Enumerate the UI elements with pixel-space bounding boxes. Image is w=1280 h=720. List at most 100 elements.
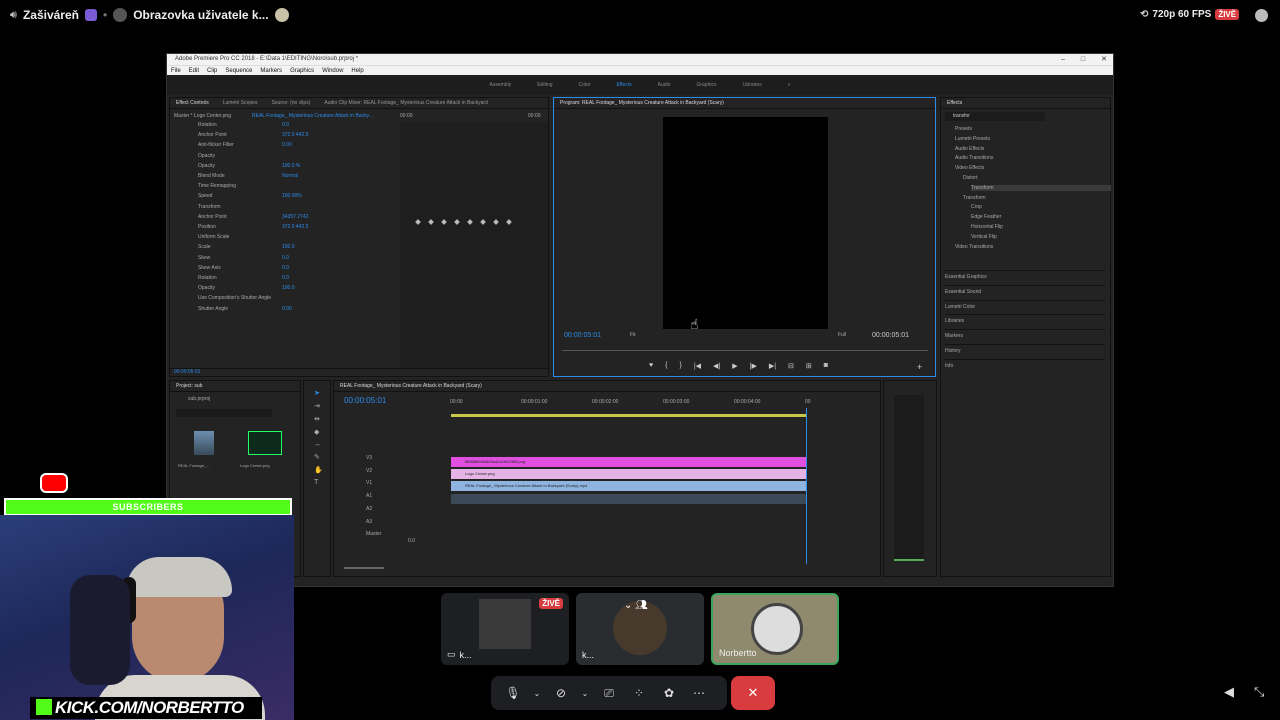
effects-tree-item[interactable]: Edge Feather — [971, 214, 1001, 220]
add-button-icon[interactable]: + — [917, 362, 922, 372]
tile-norbertto[interactable]: Norbertto — [711, 593, 839, 665]
effects-tree-item[interactable]: Distort — [963, 175, 977, 181]
ec-property-value[interactable]: 0.0 — [282, 255, 289, 261]
effects-tree-item[interactable]: Video Effects — [955, 165, 984, 171]
volume-icon[interactable]: ◀︎ — [1224, 684, 1234, 700]
ec-property-row[interactable]: Opacity 100.0 % — [198, 163, 300, 169]
go-to-out-icon[interactable]: ▶| — [769, 362, 776, 372]
leave-call-button[interactable]: ✕ — [731, 676, 775, 710]
camera-options-chevron-icon[interactable]: ⌄ — [581, 683, 589, 703]
menu-markers[interactable]: Markers — [260, 66, 282, 75]
ec-property-value[interactable]: 100.0 — [282, 285, 295, 291]
effects-tree-item[interactable]: Audio Effects — [955, 146, 984, 152]
ec-property-row[interactable]: Rotation 0.0 — [198, 275, 289, 281]
effects-tree-item[interactable]: Video Transitions — [955, 244, 993, 250]
in-point-icon[interactable]: { — [665, 362, 667, 372]
ec-timecode[interactable]: 00:00:05:01 — [174, 369, 200, 375]
out-point-icon[interactable]: } — [680, 362, 682, 372]
ec-property-row[interactable]: Anchor Point 372.0 442.5 — [198, 132, 308, 138]
effects-section-header[interactable]: Info — [945, 358, 1105, 369]
pen-tool-icon[interactable]: ✎ — [314, 453, 323, 461]
screen-share-icon[interactable]: ⎚ — [599, 683, 619, 703]
ec-property-row[interactable]: Shutter Angle 0.00 — [198, 306, 292, 312]
effects-tree-item[interactable]: Transform — [971, 184, 1111, 191]
menu-clip[interactable]: Clip — [207, 66, 217, 75]
playhead[interactable] — [806, 408, 807, 564]
effects-tree-item[interactable]: Vertical Flip — [971, 234, 997, 240]
track-label[interactable]: V1 — [366, 480, 372, 486]
marker-icon[interactable]: ♥ — [649, 362, 653, 372]
clip-v3[interactable]: f8068f89264bf3a4241f0228f5.png — [451, 457, 806, 467]
step-forward-icon[interactable]: |▶ — [750, 362, 757, 372]
master-value[interactable]: 0.0 — [408, 538, 415, 544]
work-area-bar[interactable] — [451, 414, 807, 417]
ec-property-row[interactable]: Use Composition's Shutter Angle — [198, 295, 271, 301]
ws-editing[interactable]: Editing — [537, 75, 552, 95]
clip-label[interactable]: REAL Footage_ Mysterious Creature Attack… — [252, 113, 373, 119]
keyframe[interactable] — [428, 219, 434, 225]
effects-section-header[interactable]: Libraries — [945, 314, 1105, 324]
effects-section-header[interactable]: Essential Graphics — [945, 270, 1105, 280]
menu-help[interactable]: Help — [351, 66, 363, 75]
effects-tree-item[interactable]: Presets — [955, 126, 972, 132]
project-thumb-1[interactable] — [194, 431, 214, 455]
keyframe[interactable] — [480, 219, 486, 225]
keyframe[interactable] — [493, 219, 499, 225]
insert-icon[interactable]: ⊟ — [788, 362, 794, 372]
ec-property-value[interactable]: 372.0 442.5 — [282, 224, 308, 230]
mic-options-chevron-icon[interactable]: ⌄ — [533, 683, 541, 703]
ws-effects[interactable]: Effects — [616, 75, 631, 95]
fit-select[interactable]: Fit — [630, 332, 636, 338]
ec-property-value[interactable]: Normal — [282, 173, 298, 179]
soundboard-icon[interactable]: ✿ — [659, 683, 679, 703]
track-select-icon[interactable]: ⇥ — [314, 402, 323, 410]
microphone-icon[interactable]: 🎙︎ — [503, 683, 523, 703]
track-label[interactable]: A1 — [366, 493, 372, 499]
tab-audio-mixer[interactable]: Audio Clip Mixer: REAL Footage_ Mysterio… — [324, 98, 488, 108]
ws-assembly[interactable]: Assembly — [490, 75, 512, 95]
hand-tool-icon[interactable]: ✋ — [314, 466, 323, 474]
effects-search[interactable]: transfor — [945, 112, 1045, 121]
keyframe[interactable] — [454, 219, 460, 225]
menu-file[interactable]: File — [171, 66, 181, 75]
timeline-ruler[interactable]: 00:00 00:00:01:00 00:00:02:00 00:00:03:00 00… — [450, 399, 870, 409]
watch-stream-icon[interactable]: ⌄ 👥︎ — [624, 600, 648, 611]
clip-a1[interactable] — [451, 494, 806, 504]
effects-tree-item[interactable]: Crop — [971, 204, 982, 210]
ec-property-value[interactable]: 100.0 — [282, 244, 295, 250]
ec-property-value[interactable]: 0.00 — [282, 142, 292, 148]
razor-tool-icon[interactable]: ◆ — [314, 428, 323, 436]
type-tool-icon[interactable]: T — [314, 479, 323, 486]
project-search[interactable] — [176, 409, 272, 417]
tile-user-k[interactable]: ⌄ 👥︎ k... — [576, 593, 704, 665]
ws-color[interactable]: Color — [579, 75, 591, 95]
ec-property-row[interactable]: Scale 100.0 — [198, 244, 295, 250]
track-label[interactable]: V2 — [366, 468, 372, 474]
ec-property-value[interactable]: 0.0 — [282, 122, 289, 128]
keyframe[interactable] — [415, 219, 421, 225]
camera-off-icon[interactable]: ⊘ — [551, 683, 571, 703]
ws-graphics[interactable]: Graphics — [696, 75, 716, 95]
ec-property-row[interactable]: Skew 0.0 — [198, 255, 289, 261]
effects-tree-item[interactable]: Audio Transitions — [955, 155, 993, 161]
selection-tool-icon[interactable]: ➤ — [314, 389, 323, 397]
ec-property-row[interactable]: Opacity — [198, 153, 215, 159]
tab-lumetri-scopes[interactable]: Lumetri Scopes — [223, 98, 258, 108]
ec-property-value[interactable]: 100.00% — [282, 193, 302, 199]
clip-v1[interactable]: REAL Footage_ Mysterious Creature Attack… — [451, 481, 806, 491]
menu-sequence[interactable]: Sequence — [225, 66, 252, 75]
timeline-tab[interactable]: REAL Footage_ Mysterious Creature Attack… — [340, 381, 482, 391]
timeline-timecode[interactable]: 00:00:05:01 — [344, 396, 386, 405]
keyframe[interactable] — [467, 219, 473, 225]
ec-property-row[interactable]: Anti-flicker Filter 0.00 — [198, 142, 292, 148]
effects-section-header[interactable]: Markers — [945, 329, 1105, 339]
chat-icon[interactable] — [1255, 9, 1268, 22]
effects-section-header[interactable]: Essential Sound — [945, 284, 1105, 295]
effects-section-header[interactable]: History — [945, 344, 1105, 354]
project-thumb-2[interactable] — [248, 431, 282, 455]
channel-name[interactable]: Zašiváreň — [23, 8, 79, 22]
ec-property-value[interactable]: 0.00 — [282, 306, 292, 312]
ec-property-value[interactable]: 34357 2742 — [282, 214, 308, 220]
close-icon[interactable]: ✕ — [1101, 54, 1107, 65]
resolution-select[interactable]: Full — [838, 332, 846, 338]
